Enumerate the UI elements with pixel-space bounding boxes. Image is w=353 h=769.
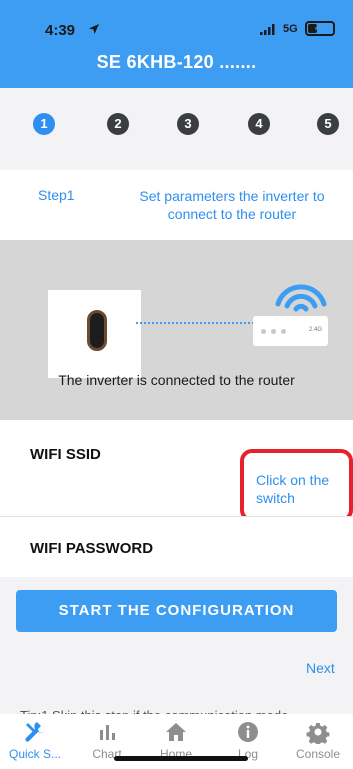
wifi-ssid-label: WIFI SSID [30, 446, 101, 463]
router-image: 2.4G [253, 316, 328, 346]
inverter-image [48, 290, 141, 378]
nav-label: Console [295, 747, 341, 761]
start-configuration-button[interactable]: START THE CONFIGURATION [16, 590, 337, 632]
home-icon [166, 723, 186, 741]
wifi-ssid-row[interactable]: WIFI SSID Click on the switch [0, 420, 353, 522]
battery-icon: 40 [305, 21, 335, 36]
step-5: 5 [317, 113, 339, 135]
step-description: Step1 Set parameters the inverter to con… [0, 170, 353, 240]
app-header: 4:39 5G 40 SE 6KHB-120 ....... [0, 0, 353, 88]
connection-illustration: 2.4G The inverter is connected to the ro… [0, 240, 353, 420]
router-led [261, 329, 266, 334]
step-label: Step1 [38, 187, 75, 203]
gear-icon [306, 722, 330, 744]
illustration-caption: The inverter is connected to the router [58, 372, 295, 388]
next-link[interactable]: Next [306, 660, 335, 676]
battery-level: 40 [314, 23, 325, 33]
router-band-label: 2.4G [309, 327, 323, 333]
router-led [271, 329, 276, 334]
status-time: 4:39 [45, 22, 76, 39]
nav-console[interactable]: Console [283, 714, 353, 769]
wifi-password-row[interactable]: WIFI PASSWORD [0, 517, 353, 577]
status-bar: 4:39 5G 40 [0, 0, 353, 46]
step-text: Set parameters the inverter to connect t… [139, 188, 325, 222]
step-4: 4 [248, 113, 270, 135]
connection-line [136, 322, 254, 324]
network-type: 5G [283, 23, 298, 35]
step-1: 1 [33, 113, 55, 135]
nav-label: Quick S... [8, 747, 61, 761]
step-indicator: 1 2 3 4 5 [0, 88, 353, 170]
step-3: 3 [177, 113, 199, 135]
annotation-highlight [240, 449, 353, 522]
wifi-icon [275, 284, 327, 312]
page-title: SE 6KHB-120 ....... [96, 52, 257, 72]
home-indicator [114, 756, 248, 761]
tools-icon [25, 722, 45, 742]
wifi-password-label: WIFI PASSWORD [30, 540, 154, 557]
location-arrow-icon [89, 24, 99, 34]
info-icon [238, 722, 258, 742]
router-led [281, 329, 286, 334]
app-screen: 4:39 5G 40 SE 6KHB-120 ....... 1 2 3 4 5 [0, 0, 353, 769]
inverter-knob [87, 310, 107, 351]
step-2: 2 [107, 113, 129, 135]
signal-icon [260, 24, 275, 35]
bar-chart-icon [100, 725, 115, 740]
nav-quick-setup[interactable]: Quick S... [0, 714, 70, 769]
